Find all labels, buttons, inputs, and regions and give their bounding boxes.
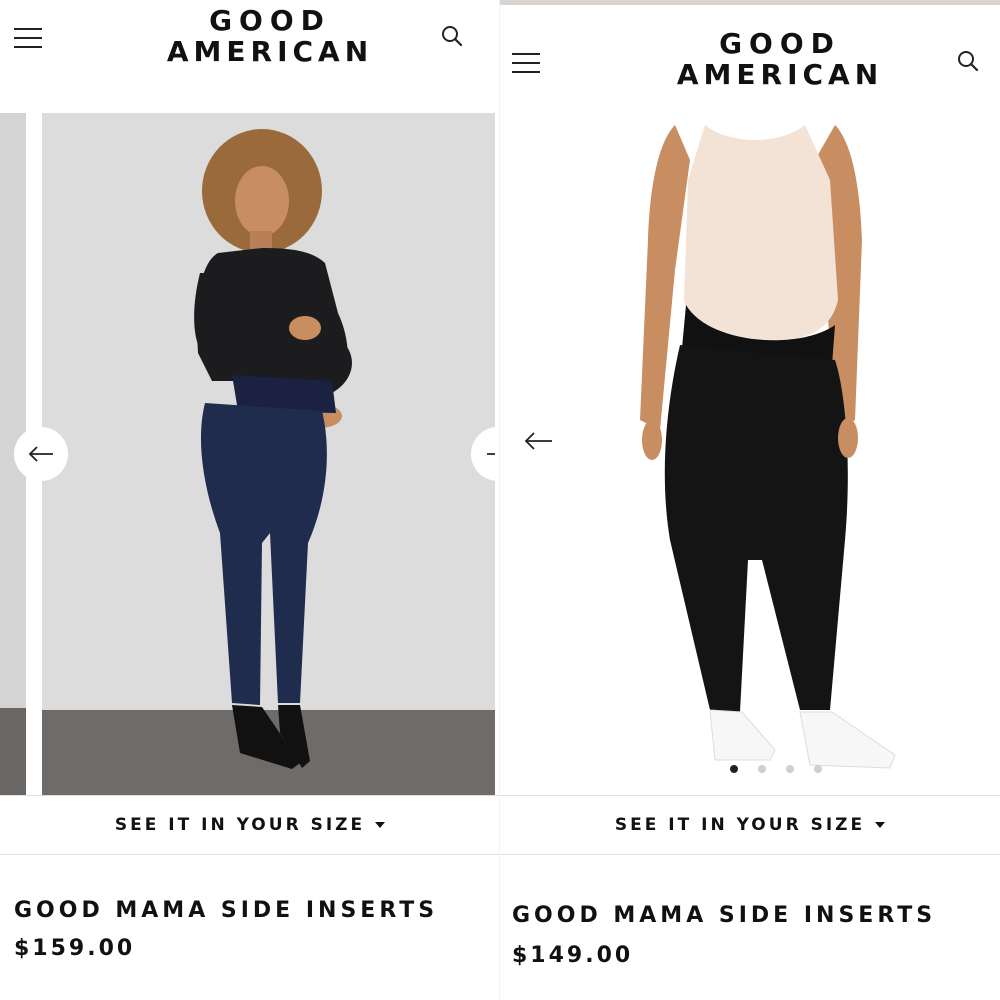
brand-line-2: AMERICAN xyxy=(676,57,884,91)
model-photo xyxy=(0,113,495,795)
product-price: $149.00 xyxy=(512,943,634,968)
carousel-dots xyxy=(730,765,822,773)
size-selector[interactable]: SEE IT IN YOUR SIZE xyxy=(500,795,1000,855)
brand-line-1: GOOD xyxy=(719,27,841,60)
size-selector-label: SEE IT IN YOUR SIZE xyxy=(614,815,866,835)
menu-icon[interactable] xyxy=(512,53,540,73)
product-image[interactable] xyxy=(0,113,495,795)
brand-logo[interactable]: GOOD AMERICAN xyxy=(120,4,420,68)
model-photo xyxy=(500,120,1000,800)
carousel-dot[interactable] xyxy=(730,765,738,773)
arrow-left-icon xyxy=(524,432,552,450)
caret-down-icon xyxy=(375,822,386,828)
product-title: GOOD MAMA SIDE INSERTS xyxy=(14,898,439,923)
size-selector[interactable]: SEE IT IN YOUR SIZE xyxy=(0,795,500,855)
carousel-dot[interactable] xyxy=(814,765,822,773)
search-icon[interactable] xyxy=(440,24,464,48)
arrow-right-icon xyxy=(487,453,495,455)
product-screenshot-left: GOOD AMERICAN SEE IT IN YOUR SIZE GOOD M… xyxy=(0,0,500,1000)
product-title: GOOD MAMA SIDE INSERTS xyxy=(512,903,937,928)
carousel-dot[interactable] xyxy=(786,765,794,773)
product-screenshot-right: GOOD AMERICAN SEE IT IN YOUR SIZE GOOD M… xyxy=(500,0,1000,1000)
prev-image-button[interactable] xyxy=(524,431,564,461)
menu-icon[interactable] xyxy=(14,28,42,48)
carousel-dot[interactable] xyxy=(758,765,766,773)
size-selector-label: SEE IT IN YOUR SIZE xyxy=(114,815,366,835)
prev-image-button[interactable] xyxy=(14,427,68,481)
product-price: $159.00 xyxy=(14,936,136,961)
product-image[interactable] xyxy=(500,120,1000,800)
brand-line-1: GOOD xyxy=(209,4,331,37)
brand-logo[interactable]: GOOD AMERICAN xyxy=(630,27,930,91)
brand-line-2: AMERICAN xyxy=(166,34,374,68)
caret-down-icon xyxy=(875,822,886,828)
search-icon[interactable] xyxy=(956,49,980,73)
arrow-left-icon xyxy=(28,446,53,462)
